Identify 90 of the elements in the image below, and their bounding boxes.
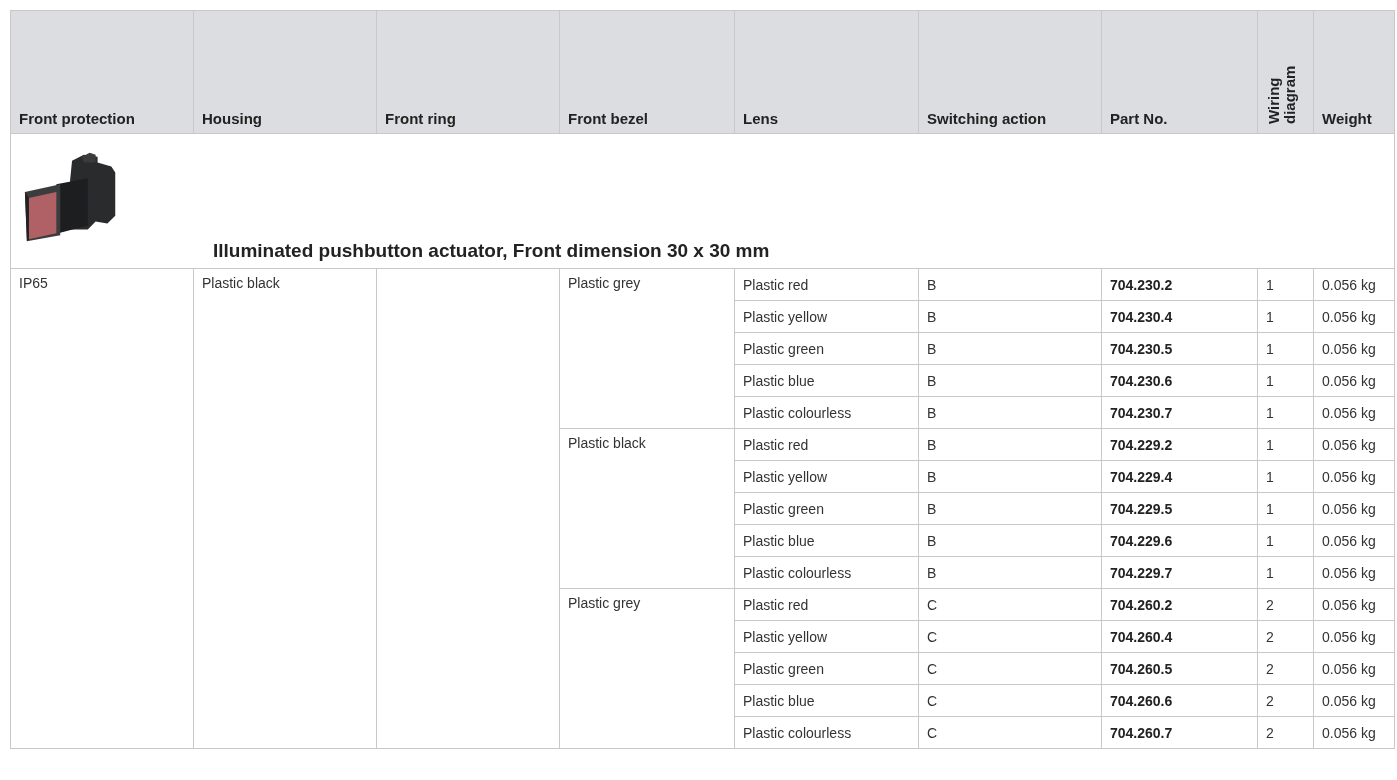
table-cell: 0.056 kg (1322, 500, 1376, 517)
table-cell: Plastic green (743, 660, 824, 677)
part-number: 704.260.5 (1110, 660, 1173, 677)
table-cell: C (927, 692, 938, 709)
table-cell: B (927, 564, 937, 581)
table-cell: 2 (1266, 628, 1274, 645)
table-cell: Plastic colourless (743, 404, 852, 421)
column-header: Housing (202, 110, 262, 127)
part-number: 704.230.2 (1110, 276, 1173, 293)
table-cell: 2 (1266, 596, 1274, 613)
table-cell: C (927, 596, 938, 613)
table-cell: Plastic black (202, 275, 280, 291)
table-cell: C (927, 660, 938, 677)
part-number: 704.229.4 (1110, 468, 1173, 485)
table-cell: 0.056 kg (1322, 276, 1376, 293)
table-cell: B (927, 436, 937, 453)
table-cell: Plastic grey (568, 595, 641, 611)
table-cell: 2 (1266, 692, 1274, 709)
table-cell: B (927, 340, 937, 357)
table-cell: Plastic colourless (743, 564, 852, 581)
table-cell: 1 (1266, 532, 1274, 549)
column-header: Part No. (1110, 110, 1168, 127)
table-cell: Plastic yellow (743, 468, 828, 485)
table-cell: 0.056 kg (1322, 340, 1376, 357)
table-cell: Plastic colourless (743, 724, 852, 741)
table-cell: B (927, 468, 937, 485)
table-cell: 0.056 kg (1322, 372, 1376, 389)
table-cell: Plastic blue (743, 372, 815, 389)
column-header: Front protection (19, 110, 135, 127)
table-cell: Plastic grey (568, 275, 641, 291)
part-number: 704.229.6 (1110, 532, 1173, 549)
table-cell: 2 (1266, 660, 1274, 677)
part-number: 704.260.4 (1110, 628, 1173, 645)
table-cell: B (927, 532, 937, 549)
table-cell: 1 (1266, 276, 1274, 293)
part-number: 704.260.6 (1110, 692, 1173, 709)
column-header: Switching action (927, 110, 1047, 127)
part-number: 704.230.6 (1110, 372, 1173, 389)
table-cell: Plastic red (743, 436, 809, 453)
table-cell: Plastic yellow (743, 628, 828, 645)
table-cell: B (927, 500, 937, 517)
table-cell: 0.056 kg (1322, 596, 1376, 613)
table-cell: 0.056 kg (1322, 692, 1376, 709)
table-cell: 1 (1266, 500, 1274, 517)
table-cell: 1 (1266, 564, 1274, 581)
table-cell: Plastic green (743, 500, 824, 517)
table-cell: 0.056 kg (1322, 308, 1376, 325)
table-cell: 0.056 kg (1322, 404, 1376, 421)
table-cell: 1 (1266, 340, 1274, 357)
table-cell: 1 (1266, 308, 1274, 325)
column-header: Wiring diagram (1266, 64, 1298, 124)
column-header: Front bezel (568, 110, 648, 127)
table-cell: Plastic blue (743, 692, 815, 709)
table-cell: Plastic black (568, 435, 646, 451)
table-cell: Plastic blue (743, 532, 815, 549)
table-cell: B (927, 404, 937, 421)
table-cell: Plastic green (743, 340, 824, 357)
table-cell: 0.056 kg (1322, 468, 1376, 485)
table-cell: 0.056 kg (1322, 436, 1376, 453)
part-number: 704.260.2 (1110, 596, 1173, 613)
table-cell: C (927, 628, 938, 645)
table-cell: 1 (1266, 372, 1274, 389)
part-number: 704.230.7 (1110, 404, 1173, 421)
table-cell: 2 (1266, 724, 1274, 741)
table-cell: Plastic red (743, 276, 809, 293)
table-cell: C (927, 724, 938, 741)
table-cell: 0.056 kg (1322, 532, 1376, 549)
part-number: 704.230.4 (1110, 308, 1173, 325)
table-cell: B (927, 372, 937, 389)
table-cell: IP65 (19, 275, 48, 291)
table-cell: B (927, 308, 937, 325)
table-cell: 1 (1266, 404, 1274, 421)
part-number: 704.230.5 (1110, 340, 1173, 357)
table-cell: 1 (1266, 436, 1274, 453)
table-cell: 0.056 kg (1322, 724, 1376, 741)
table-cell: Plastic red (743, 596, 809, 613)
part-number: 704.260.7 (1110, 724, 1173, 741)
part-number: 704.229.7 (1110, 564, 1173, 581)
table-cell: 1 (1266, 468, 1274, 485)
table-cell: 0.056 kg (1322, 564, 1376, 581)
part-number: 704.229.2 (1110, 436, 1173, 453)
table-cell: 0.056 kg (1322, 660, 1376, 677)
table-cell: B (927, 276, 937, 293)
table-cell: Plastic yellow (743, 308, 828, 325)
column-header: Weight (1322, 110, 1372, 127)
column-header: Lens (743, 110, 778, 127)
section-title: Illuminated pushbutton actuator, Front dimension 30 x 30 mm (213, 240, 770, 262)
part-number: 704.229.5 (1110, 500, 1173, 517)
column-header: Front ring (385, 110, 456, 127)
table-cell: 0.056 kg (1322, 628, 1376, 645)
